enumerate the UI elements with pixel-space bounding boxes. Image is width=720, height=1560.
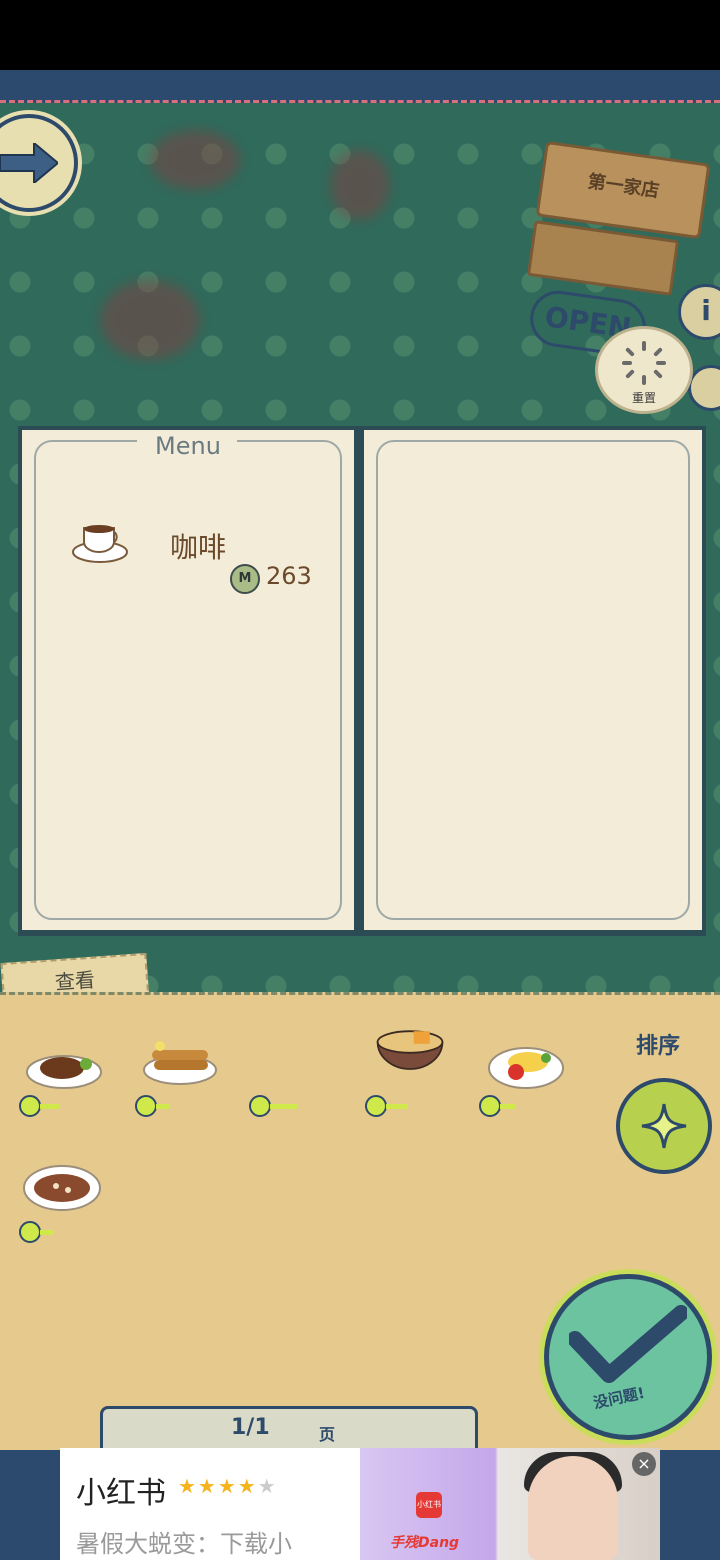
reset-button[interactable]: 重置 [595, 326, 693, 414]
checkmark-icon [569, 1305, 687, 1383]
game-screen: 第一家店 OPEN i 重置 Menu 咖啡 M 263 查看 排序 没问题! … [0, 70, 720, 1450]
right-arrow-icon [0, 143, 58, 183]
page-number: 1/1 [231, 1415, 270, 1440]
page-frame [34, 440, 342, 920]
menu-title: Menu [155, 432, 221, 460]
level-face-icon [249, 1095, 298, 1117]
page-frame [376, 440, 690, 920]
coin-icon: M [230, 564, 260, 594]
level-face-icon [365, 1095, 408, 1117]
app-logo: 小红书 [416, 1492, 442, 1518]
ad-image: 小红书 手残Dang [360, 1448, 660, 1560]
top-border-strip [0, 70, 720, 103]
level-face-icon [479, 1095, 516, 1117]
reset-label: 重置 [631, 391, 656, 405]
confirm-label: 没问题! [591, 1383, 647, 1413]
curry-dish-icon [23, 1165, 101, 1211]
ad-brand: 手残Dang [390, 1535, 460, 1551]
menu-page-right [364, 430, 702, 930]
background-blur [330, 150, 390, 220]
background-blur [150, 130, 240, 190]
close-icon[interactable]: × [632, 1452, 656, 1476]
level-face-icon [19, 1221, 54, 1243]
sort-button[interactable] [616, 1078, 712, 1174]
page-unit: 页 [319, 1425, 336, 1444]
page-indicator: 1/1 页 [100, 1406, 478, 1450]
level-face-icon [135, 1095, 170, 1117]
menu-book: Menu 咖啡 M 263 [18, 426, 706, 936]
coffee-cup-icon [72, 525, 128, 563]
ad-banner[interactable]: 小红书 ★★★★★ 暑假大蜕变：下载小 小红书 手残Dang × [60, 1448, 660, 1560]
noodle-bowl-icon [376, 1030, 444, 1070]
status-bar [0, 0, 720, 70]
menu-item-name: 咖啡 [170, 531, 227, 564]
menu-item-price: 263 [266, 562, 312, 590]
reset-spinner-icon [622, 341, 666, 385]
omelette-rice-icon [488, 1047, 564, 1089]
ad-title: 小红书 [76, 1476, 166, 1511]
sparkle-icon [641, 1103, 687, 1149]
level-face-icon [19, 1095, 60, 1117]
skewer-dish-icon [143, 1041, 217, 1085]
steak-dish-icon [26, 1055, 102, 1089]
ad-rating-stars: ★★★★★ [178, 1474, 278, 1498]
menu-page-left: Menu 咖啡 M 263 [22, 430, 354, 930]
person-face [528, 1456, 618, 1560]
confirm-button[interactable]: 没问题! [544, 1274, 712, 1440]
sort-label: 排序 [636, 1034, 681, 1059]
background-blur [100, 280, 200, 360]
ad-subtitle: 暑假大蜕变：下载小 [76, 1530, 292, 1558]
